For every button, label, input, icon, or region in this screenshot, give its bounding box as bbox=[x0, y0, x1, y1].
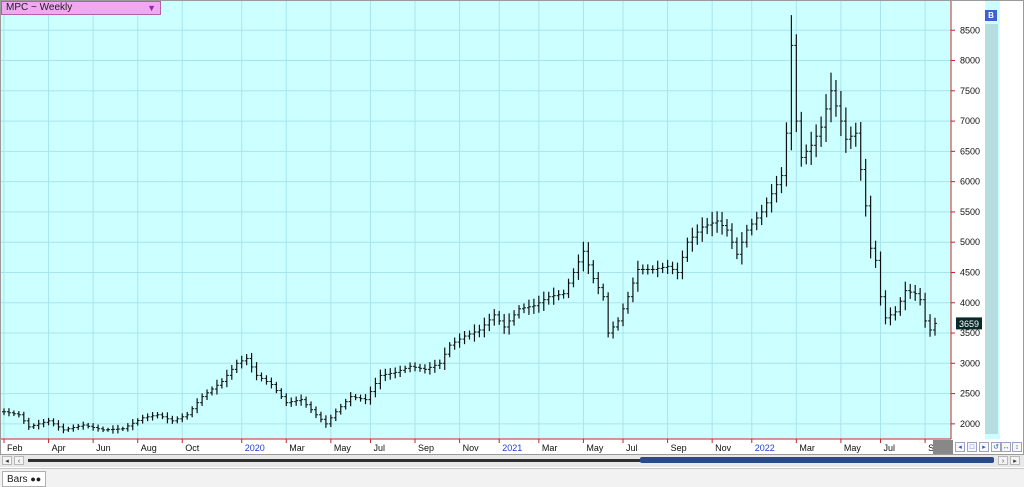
scroll-left-icon[interactable]: ‹ bbox=[14, 456, 24, 465]
zoom-in-icon[interactable]: ▸ bbox=[979, 442, 989, 452]
x-tick-label: Aug bbox=[141, 443, 157, 453]
bar-type-badge[interactable]: B bbox=[985, 10, 997, 21]
symbol-label: MPC ~ Weekly bbox=[6, 2, 73, 13]
x-tick-label: 2021 bbox=[502, 443, 522, 453]
y-tick-label: 8500 bbox=[960, 25, 980, 35]
axis-panel bbox=[951, 1, 985, 439]
x-tick-label: Jul bbox=[373, 443, 385, 453]
x-tick-label: 2020 bbox=[245, 443, 265, 453]
fit-height-icon[interactable]: ↕ bbox=[1012, 442, 1022, 452]
y-tick-label: 4500 bbox=[960, 267, 980, 277]
x-tick-label: Nov bbox=[715, 443, 732, 453]
chart-frame: 2000 2500 3000 3500 4000 4500 5000 5500 6000 6500… bbox=[0, 0, 1024, 455]
x-tick-label: 2022 bbox=[755, 443, 775, 453]
link-icon: ●● bbox=[30, 474, 42, 484]
view-tab-bars[interactable]: Bars ●● bbox=[2, 471, 47, 487]
x-tick-label: May bbox=[844, 443, 862, 453]
y-tick-label: 2500 bbox=[960, 389, 980, 399]
x-tick-label: Mar bbox=[542, 443, 558, 453]
y-tick-label: 4000 bbox=[960, 298, 980, 308]
x-tick-label: Feb bbox=[7, 443, 23, 453]
refresh-icon[interactable]: ↺ bbox=[991, 442, 1001, 452]
view-tab-label: Bars bbox=[7, 474, 28, 485]
y-tick-label: 5500 bbox=[960, 207, 980, 217]
x-tick-label: Nov bbox=[463, 443, 480, 453]
right-scrollbar[interactable] bbox=[985, 24, 998, 434]
zoom-reset-icon[interactable]: □ bbox=[967, 442, 977, 452]
x-tick-label: Apr bbox=[52, 443, 66, 453]
last-price-label: 3659 bbox=[959, 319, 979, 329]
x-tick-label: May bbox=[586, 443, 604, 453]
y-tick-label: 3500 bbox=[960, 328, 980, 338]
scroll-right-icon[interactable]: › bbox=[998, 456, 1008, 465]
x-tick-label: Oct bbox=[185, 443, 200, 453]
x-tick-label: Mar bbox=[289, 443, 305, 453]
plot-area bbox=[1, 1, 951, 439]
scroll-thumb[interactable] bbox=[640, 457, 994, 463]
scroll-last-icon[interactable]: ▸ bbox=[1010, 456, 1020, 465]
y-tick-label: 3000 bbox=[960, 358, 980, 368]
symbol-dropdown[interactable]: MPC ~ Weekly ▼ bbox=[1, 1, 161, 15]
status-bar bbox=[0, 468, 1024, 487]
x-tick-label: Jul bbox=[884, 443, 896, 453]
axis-corner bbox=[933, 440, 953, 454]
y-tick-label: 5000 bbox=[960, 237, 980, 247]
scroll-first-icon[interactable]: ◂ bbox=[2, 456, 12, 465]
x-axis: Feb Apr Jun Aug Oct 2020 Mar May Jul Sep Nov 2021 Ma… bbox=[3, 439, 944, 453]
y-tick-label: 8000 bbox=[960, 56, 980, 66]
x-tick-label: May bbox=[334, 443, 352, 453]
y-tick-label: 6500 bbox=[960, 146, 980, 156]
y-tick-label: 6000 bbox=[960, 177, 980, 187]
y-tick-label: 2000 bbox=[960, 419, 980, 429]
x-tick-label: Jul bbox=[626, 443, 638, 453]
chevron-down-icon: ▼ bbox=[147, 3, 156, 13]
x-tick-label: Sep bbox=[671, 443, 687, 453]
y-tick-label: 7500 bbox=[960, 86, 980, 96]
zoom-out-icon[interactable]: ◂ bbox=[955, 442, 965, 452]
x-tick-label: Sep bbox=[418, 443, 434, 453]
y-tick-label: 7000 bbox=[960, 116, 980, 126]
x-tick-label: Mar bbox=[799, 443, 815, 453]
last-price-marker: 3659 bbox=[956, 317, 982, 330]
fit-width-icon[interactable]: ↔ bbox=[1001, 442, 1011, 452]
x-tick-label: Jun bbox=[96, 443, 111, 453]
